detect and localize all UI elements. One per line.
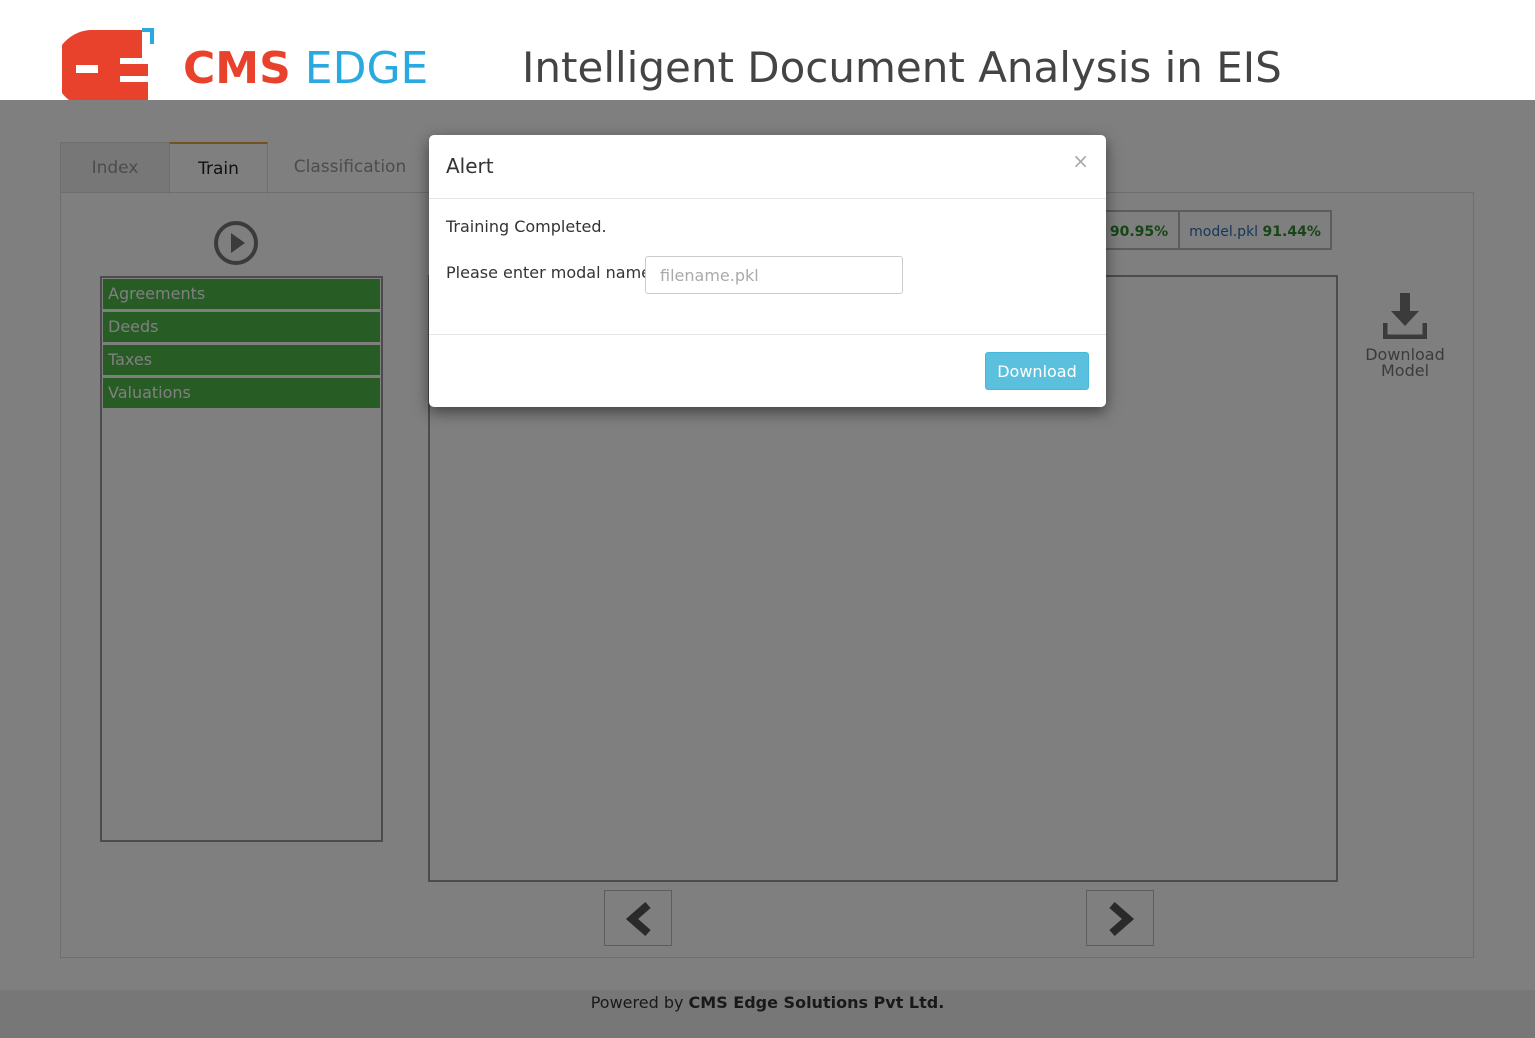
- close-icon[interactable]: ×: [1072, 149, 1089, 173]
- modal-message: Training Completed.: [446, 217, 607, 236]
- modal-title: Alert: [446, 154, 494, 178]
- download-button[interactable]: Download: [985, 352, 1089, 390]
- app-header: CMS EDGE Intelligent Document Analysis i…: [0, 0, 1535, 108]
- brand-edge: EDGE: [304, 43, 429, 94]
- page-title: Intelligent Document Analysis in EIS: [522, 43, 1282, 92]
- modal-header: Alert ×: [429, 135, 1106, 199]
- brand-logo-text: CMS EDGE: [183, 44, 428, 94]
- modal-footer: Download: [429, 334, 1106, 408]
- cms-edge-logo-icon: [62, 28, 154, 108]
- model-name-input[interactable]: [645, 256, 903, 294]
- brand-cms: CMS: [183, 43, 291, 94]
- modal-body: Training Completed. Please enter modal n…: [429, 199, 1106, 334]
- alert-modal: Alert × Training Completed. Please enter…: [429, 135, 1106, 407]
- model-name-label: Please enter modal name :: [446, 263, 662, 282]
